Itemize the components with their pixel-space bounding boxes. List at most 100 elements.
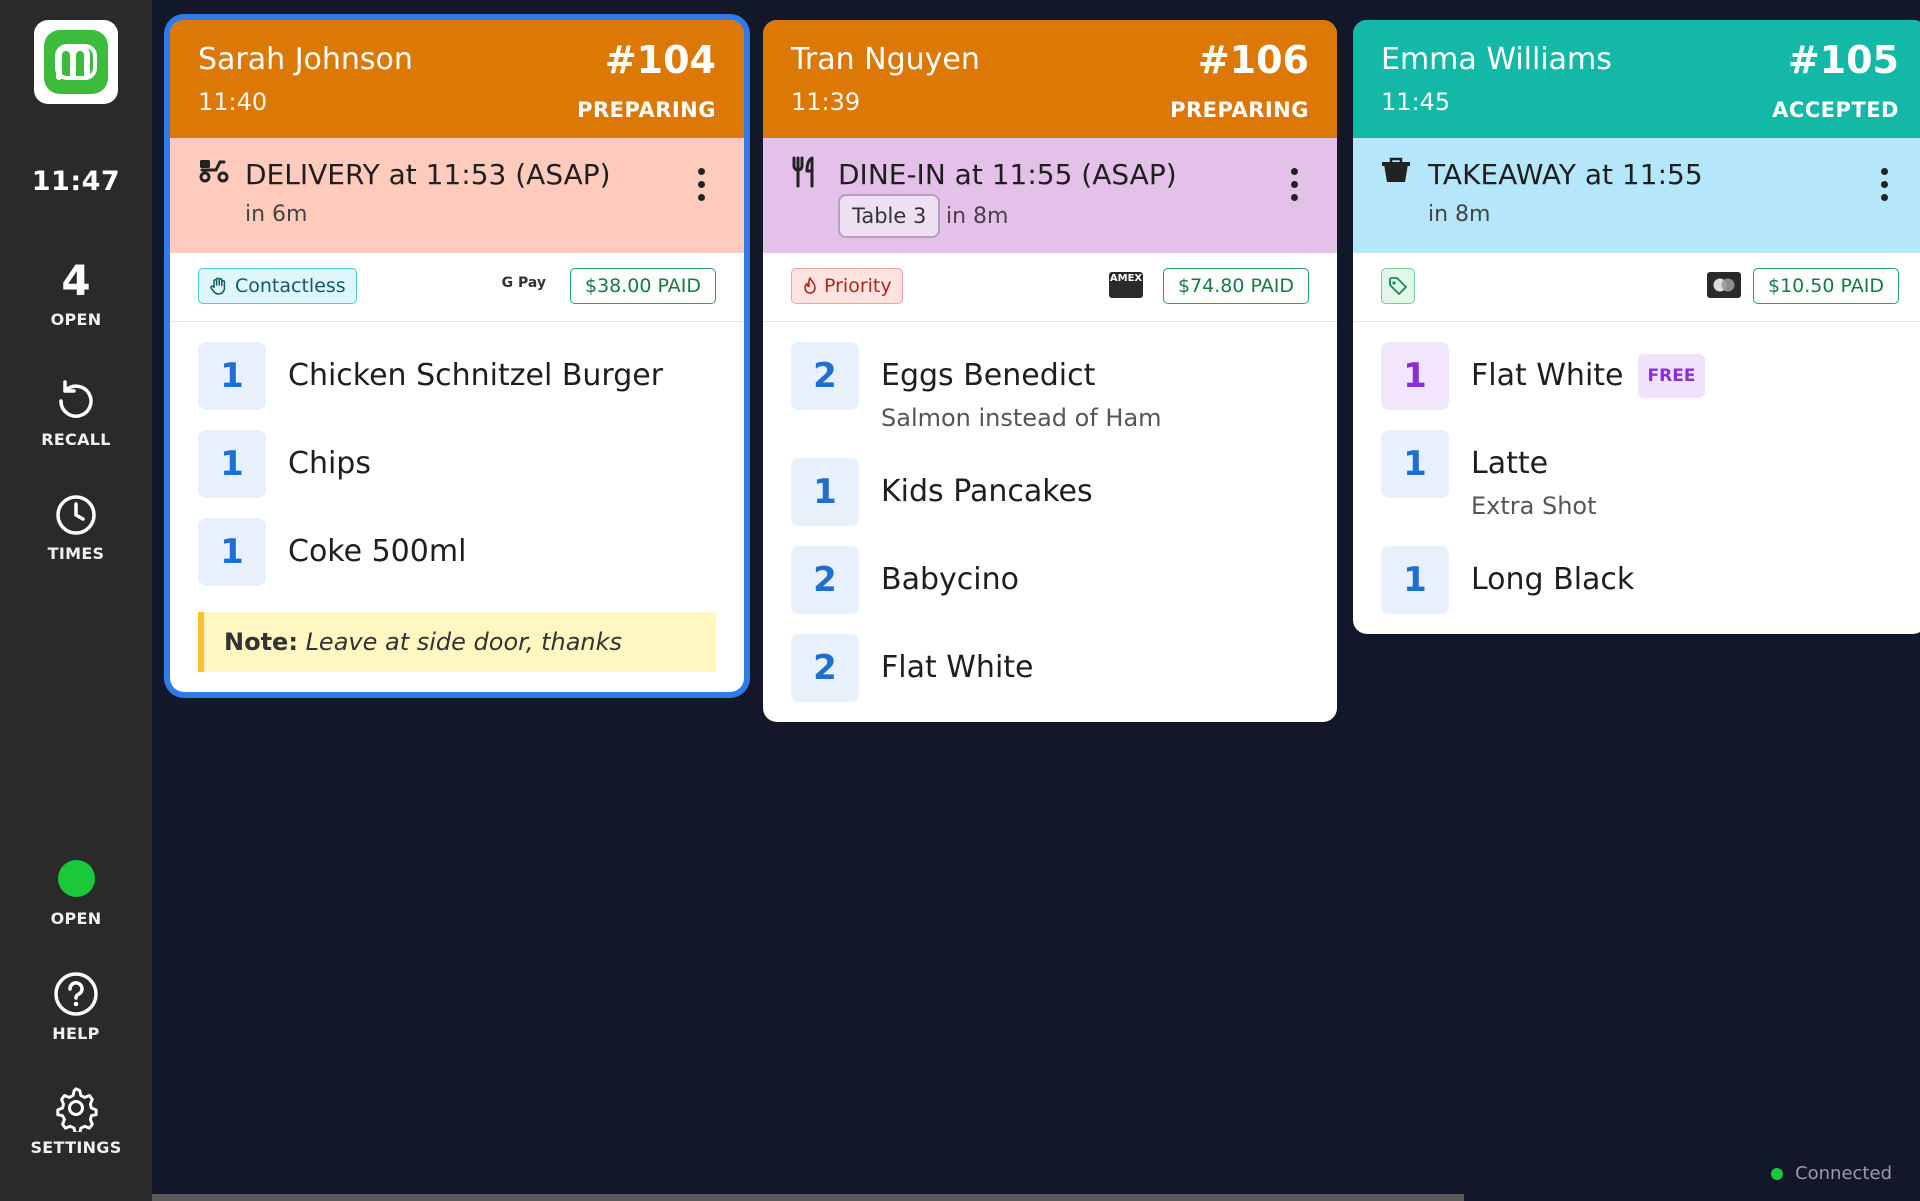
order-time: 11:40 — [198, 88, 268, 116]
flame-icon — [804, 277, 816, 294]
order-note: Note: Leave at side door, thanks — [198, 612, 716, 672]
item-quantity: 2 — [791, 546, 859, 614]
order-item[interactable]: 1 Flat White FREE — [1381, 342, 1899, 410]
item-name: Babycino — [881, 562, 1019, 597]
priority-tag: Priority — [791, 268, 903, 304]
order-meta-row: Contactless G Pay $38.00 PAID — [170, 253, 744, 322]
item-name-row: Flat White FREE — [1471, 342, 1706, 410]
open-orders-button[interactable]: 4 OPEN — [0, 256, 152, 330]
settings-button[interactable]: SETTINGS — [0, 1084, 152, 1157]
store-status-label: OPEN — [50, 909, 102, 928]
order-item[interactable]: 1 Coke 500ml — [198, 518, 716, 586]
help-label: HELP — [52, 1024, 100, 1043]
item-quantity: 2 — [791, 634, 859, 702]
item-name: Flat White — [881, 650, 1034, 685]
connection-label: Connected — [1795, 1163, 1892, 1184]
item-name: Eggs Benedict — [881, 358, 1096, 393]
order-header: Tran Nguyen 11:39 #106 PREPARING — [763, 20, 1337, 138]
order-header: Emma Williams 11:45 #105 ACCEPTED — [1353, 20, 1920, 138]
order-type-title: DELIVERY at 11:53 (ASAP) — [245, 158, 611, 191]
customer-name: Sarah Johnson — [198, 42, 413, 77]
item-quantity: 1 — [198, 430, 266, 498]
order-card-105[interactable]: Emma Williams 11:45 #105 ACCEPTED TAKEAW… — [1353, 20, 1920, 634]
customer-name: Emma Williams — [1381, 42, 1612, 77]
order-number: #106 — [1197, 38, 1309, 82]
order-status: ACCEPTED — [1772, 98, 1899, 122]
item-name: Chicken Schnitzel Burger — [288, 358, 664, 393]
order-time: 11:39 — [791, 88, 861, 116]
price-tag-icon — [1389, 277, 1407, 295]
paid-badge: $10.50 PAID — [1753, 268, 1899, 304]
item-quantity: 1 — [198, 518, 266, 586]
order-menu-button[interactable] — [1881, 168, 1889, 207]
order-items: 1 Flat White FREE 1 Latte Extra Shot 1 L… — [1353, 322, 1920, 634]
open-orders-label: OPEN — [50, 310, 102, 329]
order-type-band: TAKEAWAY at 11:55 in 8m — [1353, 138, 1920, 253]
order-menu-button[interactable] — [1291, 168, 1299, 207]
store-status-indicator — [57, 860, 95, 897]
order-number: #104 — [604, 38, 716, 82]
item-name: Long Black — [1471, 562, 1635, 597]
order-type-title: DINE-IN at 11:55 (ASAP) — [838, 158, 1177, 191]
help-button[interactable]: HELP — [0, 970, 152, 1043]
current-time: 11:47 — [31, 166, 121, 197]
amex-icon: AMEX — [1109, 272, 1143, 298]
order-card-106[interactable]: Tran Nguyen 11:39 #106 PREPARING DINE-IN… — [763, 20, 1337, 722]
order-header: Sarah Johnson 11:40 #104 PREPARING — [170, 20, 744, 138]
item-modifier: Extra Shot — [1471, 492, 1597, 520]
connection-status: Connected — [1771, 1163, 1892, 1184]
contactless-tag: Contactless — [198, 268, 357, 304]
paid-badge: $74.80 PAID — [1163, 268, 1309, 304]
order-card-104[interactable]: Sarah Johnson 11:40 #104 PREPARING DELIV… — [170, 20, 744, 692]
order-status: PREPARING — [577, 98, 716, 122]
mastercard-icon — [1707, 272, 1741, 298]
customer-name: Tran Nguyen — [791, 42, 980, 77]
order-eta: in 6m — [245, 202, 308, 227]
item-name: Latte — [1471, 446, 1549, 481]
order-menu-button[interactable] — [698, 168, 706, 207]
item-quantity: 2 — [791, 342, 859, 410]
item-name: Coke 500ml — [288, 534, 467, 569]
order-type-band: DINE-IN at 11:55 (ASAP) Table 3 in 8m — [763, 138, 1337, 253]
order-item[interactable]: 2 Flat White — [791, 634, 1309, 702]
order-item[interactable]: 1 Chicken Schnitzel Burger — [198, 342, 716, 410]
help-icon — [54, 972, 98, 1016]
order-item[interactable]: 2 Babycino — [791, 546, 1309, 614]
order-items: 1 Chicken Schnitzel Burger 1 Chips 1 Cok… — [170, 322, 744, 692]
item-name: Chips — [288, 446, 371, 481]
horizontal-scrollbar[interactable] — [152, 1194, 1464, 1201]
logo-mark-icon — [44, 30, 108, 94]
recall-button[interactable]: RECALL — [0, 378, 152, 449]
order-item[interactable]: 1 Kids Pancakes — [791, 458, 1309, 526]
clock-icon — [56, 495, 96, 535]
item-quantity: 1 — [1381, 342, 1449, 410]
order-item[interactable]: 2 Eggs Benedict Salmon instead of Ham — [791, 342, 1309, 438]
gear-icon — [56, 1087, 98, 1132]
order-type-band: DELIVERY at 11:53 (ASAP) in 6m — [170, 138, 744, 253]
order-item[interactable]: 1 Latte Extra Shot — [1381, 430, 1899, 526]
open-orders-count: 4 — [61, 256, 91, 305]
free-badge: FREE — [1637, 354, 1706, 398]
order-items: 2 Eggs Benedict Salmon instead of Ham 1 … — [763, 322, 1337, 722]
times-button[interactable]: TIMES — [0, 492, 152, 563]
order-item[interactable]: 1 Chips — [198, 430, 716, 498]
order-item[interactable]: 1 Long Black — [1381, 546, 1899, 614]
store-status-toggle[interactable]: OPEN — [0, 860, 152, 928]
sidebar: 11:47 4 OPEN RECALL TIMES OPEN HELP SETT… — [0, 0, 152, 1201]
scooter-icon — [199, 160, 229, 183]
order-number: #105 — [1787, 38, 1899, 82]
app-logo[interactable] — [34, 20, 118, 104]
recall-label: RECALL — [41, 430, 111, 449]
hand-icon — [210, 277, 226, 295]
connection-indicator — [1771, 1167, 1784, 1180]
order-status: PREPARING — [1170, 98, 1309, 122]
cutlery-icon — [792, 156, 814, 188]
contactless-tag-label: Contactless — [235, 275, 346, 297]
paid-badge: $38.00 PAID — [570, 268, 716, 304]
item-name: Kids Pancakes — [881, 474, 1093, 509]
recall-icon — [59, 380, 93, 418]
order-meta-row: Priority AMEX $74.80 PAID — [763, 253, 1337, 322]
order-eta: in 8m — [1428, 202, 1491, 227]
item-name: Flat White — [1471, 358, 1624, 393]
google-pay-icon: G Pay — [501, 275, 546, 291]
